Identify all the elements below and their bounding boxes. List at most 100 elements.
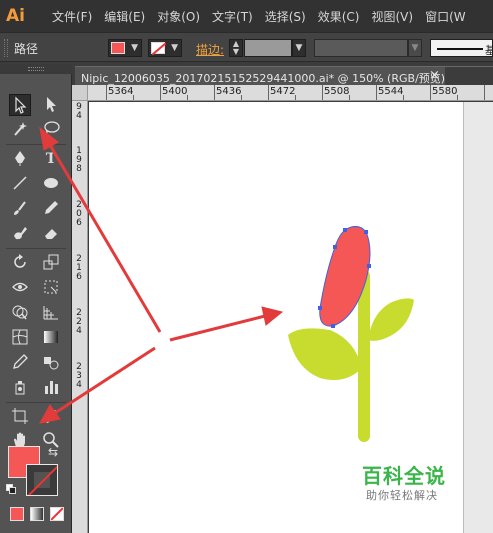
- ruler-label: 198: [76, 146, 82, 174]
- swap-fill-stroke-icon[interactable]: ⇆: [48, 445, 58, 459]
- stroke-weight-label[interactable]: 描边:: [196, 41, 224, 58]
- fill-swatch-icon: [111, 42, 125, 54]
- slice-knife-icon: [45, 410, 57, 423]
- panel-grip[interactable]: [4, 39, 8, 57]
- selection-tool[interactable]: [9, 94, 31, 116]
- watermark-subtitle: 助你轻松解决: [366, 489, 438, 502]
- ruler-label: 5436: [216, 86, 242, 97]
- toolbar-divider: [6, 402, 66, 403]
- mesh-icon: [12, 329, 28, 345]
- ellipse-icon: [44, 178, 58, 188]
- tools-panel: T ⇆: [0, 64, 72, 533]
- vertical-ruler[interactable]: 94 198 206 216 224 234: [72, 101, 88, 533]
- chevron-down-icon: ▼: [171, 43, 178, 53]
- pencil-tool[interactable]: [40, 198, 62, 220]
- gradient-tool[interactable]: [40, 327, 62, 349]
- lasso-icon: [44, 121, 60, 137]
- illustrator-logo: Ai: [6, 6, 25, 26]
- toolbar-divider: [6, 248, 66, 249]
- menu-type[interactable]: 文字(T): [206, 8, 259, 25]
- magic-wand-tool[interactable]: [9, 119, 31, 141]
- menu-view[interactable]: 视图(V): [365, 8, 419, 25]
- menu-select[interactable]: 选择(S): [259, 8, 312, 25]
- menu-object[interactable]: 对象(O): [151, 8, 206, 25]
- pen-tool[interactable]: [9, 148, 31, 170]
- ruler-tick: [187, 95, 188, 100]
- color-mode-button[interactable]: [10, 507, 24, 521]
- ruler-tick: [403, 95, 404, 100]
- menu-effect[interactable]: 效果(C): [312, 8, 366, 25]
- ruler-origin[interactable]: [72, 85, 88, 101]
- scale-icon: [43, 254, 59, 270]
- direct-selection-tool[interactable]: [40, 94, 62, 116]
- lasso-tool[interactable]: [40, 119, 62, 141]
- slice-tool[interactable]: [40, 406, 62, 428]
- gradient-mode-button[interactable]: [30, 507, 44, 521]
- blob-brush-tool[interactable]: [9, 223, 31, 245]
- gradient-icon: [44, 331, 58, 343]
- control-bar: 路径 ▼ ▼ 描边: ▲ ▼ ▼ ▼ 基: [0, 32, 493, 62]
- horizontal-ruler[interactable]: 5364 5400 5436 5472 5508 5544 5580: [88, 85, 493, 101]
- shape-builder-tool[interactable]: [9, 302, 31, 324]
- column-graph-tool[interactable]: [40, 377, 62, 399]
- stroke-weight-input[interactable]: [244, 39, 292, 57]
- scale-tool[interactable]: [40, 252, 62, 274]
- no-stroke-icon: [151, 42, 166, 55]
- close-tab-icon[interactable]: ×: [429, 68, 440, 83]
- symbol-sprayer-tool[interactable]: [9, 377, 31, 399]
- tools-panel-header[interactable]: [0, 64, 72, 74]
- free-transform-tool[interactable]: [40, 277, 62, 299]
- ruler-tick: [295, 95, 296, 100]
- stroke-weight-stepper[interactable]: ▲ ▼: [229, 39, 243, 57]
- ruler-tick: [430, 85, 431, 100]
- menu-window[interactable]: 窗口(W: [419, 8, 472, 25]
- rotate-tool[interactable]: [9, 252, 31, 274]
- stroke-weight-dropdown[interactable]: ▼: [292, 39, 306, 57]
- panel-grip: [28, 67, 44, 71]
- document-tab[interactable]: Nipic_12006035_20170215152529441000.ai* …: [75, 66, 493, 86]
- fill-color-dropdown[interactable]: ▼: [108, 39, 142, 57]
- ruler-tick: [349, 95, 350, 100]
- width-tool[interactable]: [9, 277, 31, 299]
- default-fill-stroke-icon[interactable]: [6, 484, 16, 494]
- variable-width-dropdown[interactable]: ▼: [408, 39, 422, 57]
- ellipse-tool[interactable]: [40, 173, 62, 195]
- selection-arrow-icon: [15, 96, 27, 114]
- pasteboard[interactable]: [464, 102, 493, 533]
- magic-wand-icon: [14, 122, 27, 136]
- chevron-down-icon: ▼: [131, 43, 138, 53]
- ruler-tick: [268, 85, 269, 100]
- brush-stroke-preview: [437, 48, 483, 50]
- ruler-label: 234: [76, 362, 82, 390]
- paintbrush-tool[interactable]: [9, 198, 31, 220]
- artboard-edge: [463, 102, 464, 533]
- stroke-color-swatch[interactable]: [26, 464, 58, 496]
- blend-tool[interactable]: [40, 352, 62, 374]
- line-segment-tool[interactable]: [9, 173, 31, 195]
- perspective-grid-tool[interactable]: [40, 302, 62, 324]
- brush-label: 基: [485, 44, 493, 57]
- brush-definition-field[interactable]: 基: [430, 39, 493, 57]
- ruler-tick: [457, 95, 458, 100]
- artboard-tool[interactable]: [9, 406, 31, 428]
- ruler-tick: [160, 85, 161, 100]
- ruler-label: 206: [76, 200, 82, 228]
- menu-edit[interactable]: 编辑(E): [98, 8, 151, 25]
- symbol-sprayer-icon: [15, 381, 25, 395]
- none-mode-button[interactable]: [50, 507, 64, 521]
- eyedropper-tool[interactable]: [9, 352, 31, 374]
- chevron-down-icon: ▼: [232, 47, 240, 56]
- line-segment-icon: [13, 176, 27, 190]
- menu-bar: Ai 文件(F) 编辑(E) 对象(O) 文字(T) 选择(S) 效果(C) 视…: [0, 0, 493, 32]
- stroke-color-dropdown[interactable]: ▼: [148, 39, 182, 57]
- type-tool[interactable]: T: [40, 148, 62, 170]
- eraser-icon: [45, 229, 57, 239]
- eraser-tool[interactable]: [40, 223, 62, 245]
- ruler-tick: [376, 85, 377, 100]
- ruler-label: 224: [76, 308, 82, 336]
- menu-file[interactable]: 文件(F): [46, 8, 98, 25]
- column-graph-icon: [45, 381, 58, 394]
- variable-width-profile[interactable]: [314, 39, 408, 57]
- mesh-tool[interactable]: [9, 327, 31, 349]
- document-title: Nipic_12006035_20170215152529441000.ai* …: [81, 72, 446, 85]
